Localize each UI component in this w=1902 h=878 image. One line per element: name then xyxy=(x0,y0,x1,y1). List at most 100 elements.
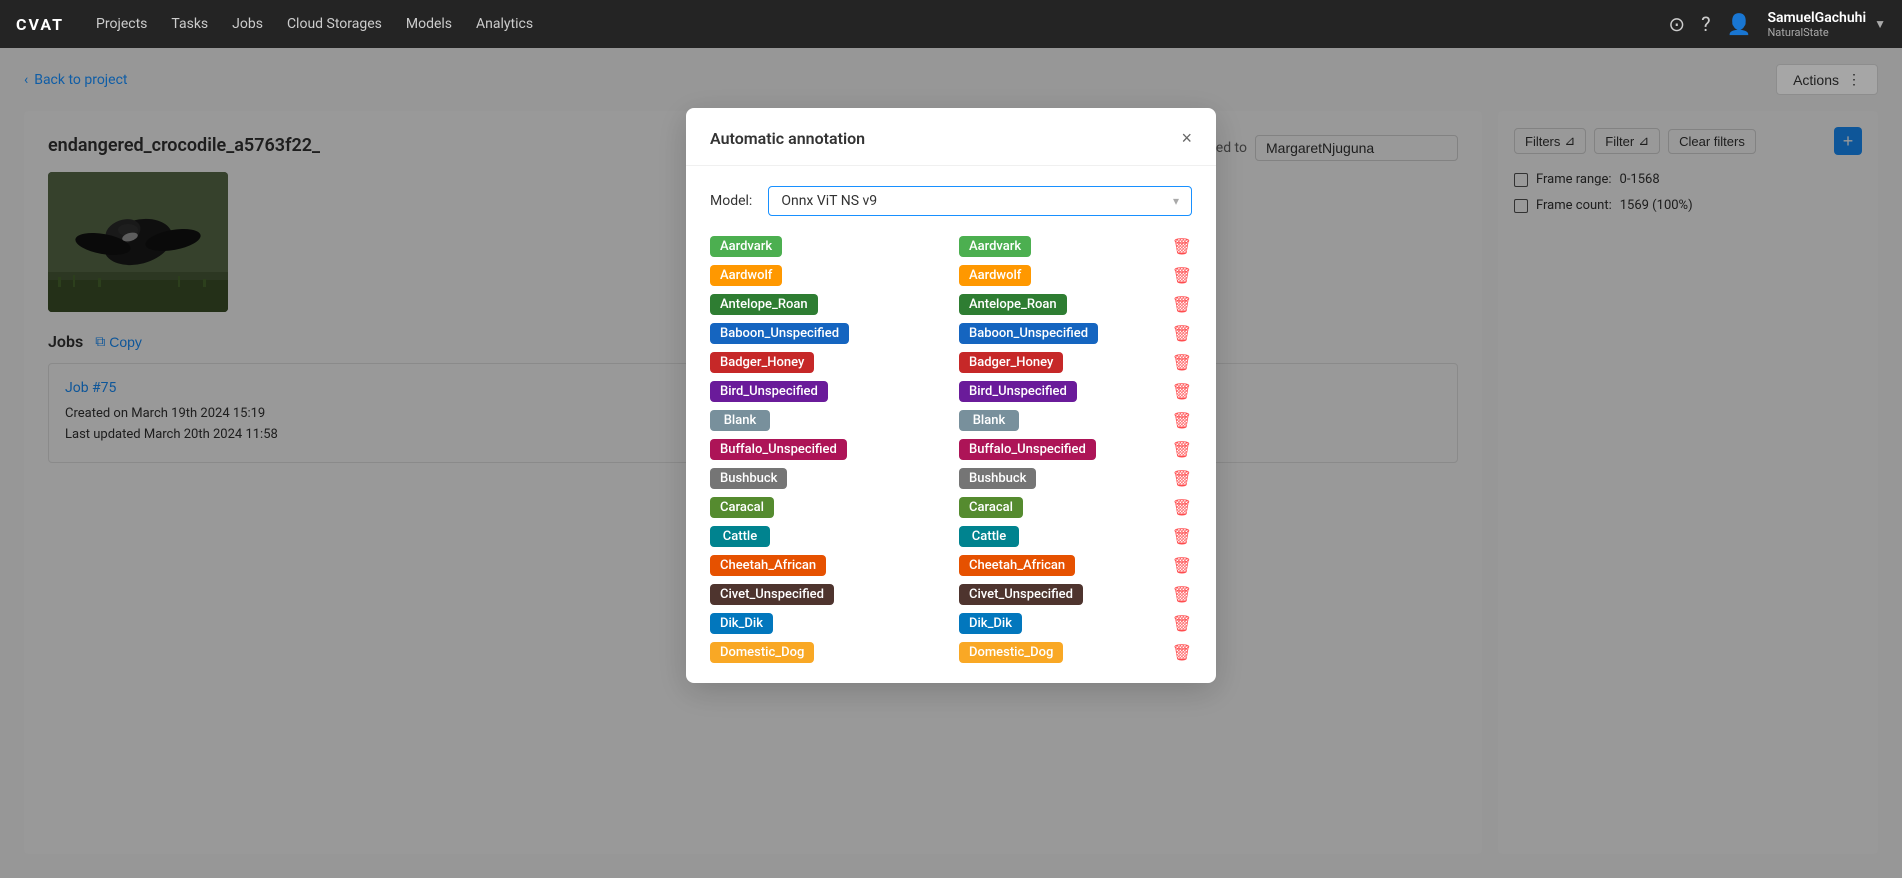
right-label-badge: Caracal xyxy=(959,497,1023,518)
left-label-row: Bird_Unspecified xyxy=(710,381,943,402)
delete-label-icon[interactable]: 🗑 xyxy=(1172,469,1192,488)
top-navigation: CVAT Projects Tasks Jobs Cloud Storages … xyxy=(0,0,1902,48)
right-label-row: Badger_Honey 🗑 xyxy=(959,352,1192,373)
left-label-badge: Blank xyxy=(710,410,770,431)
user-icon: 👤 xyxy=(1727,12,1752,36)
right-label-row: Dik_Dik 🗑 xyxy=(959,613,1192,634)
left-label-row: Buffalo_Unspecified xyxy=(710,439,943,460)
delete-label-icon[interactable]: 🗑 xyxy=(1172,353,1192,372)
modal-title: Automatic annotation xyxy=(710,129,865,148)
delete-label-icon[interactable]: 🗑 xyxy=(1172,643,1192,662)
delete-label-icon[interactable]: 🗑 xyxy=(1172,556,1192,575)
left-label-row: Civet_Unspecified xyxy=(710,584,943,605)
left-label-row: Blank xyxy=(710,410,943,431)
delete-label-icon[interactable]: 🗑 xyxy=(1172,295,1192,314)
right-label-row: Buffalo_Unspecified 🗑 xyxy=(959,439,1192,460)
delete-label-icon[interactable]: 🗑 xyxy=(1172,527,1192,546)
left-label-badge: Cheetah_African xyxy=(710,555,826,576)
right-label-badge: Domestic_Dog xyxy=(959,642,1063,663)
delete-label-icon[interactable]: 🗑 xyxy=(1172,411,1192,430)
left-label-badge: Baboon_Unspecified xyxy=(710,323,849,344)
model-label: Model: xyxy=(710,193,752,209)
right-label-badge: Antelope_Roan xyxy=(959,294,1067,315)
left-label-row: Dik_Dik xyxy=(710,613,943,634)
left-label-row: Domestic_Dog xyxy=(710,642,943,663)
left-label-row: Badger_Honey xyxy=(710,352,943,373)
nav-analytics[interactable]: Analytics xyxy=(476,16,533,32)
delete-label-icon[interactable]: 🗑 xyxy=(1172,614,1192,633)
model-select-arrow-icon: ▾ xyxy=(1173,194,1179,208)
right-label-row: Antelope_Roan 🗑 xyxy=(959,294,1192,315)
left-label-badge: Aardvark xyxy=(710,236,782,257)
modal-overlay: Automatic annotation × Model: Onnx ViT N… xyxy=(0,48,1902,878)
model-select-dropdown[interactable]: Onnx ViT NS v9 ▾ xyxy=(768,186,1192,216)
left-label-row: Caracal xyxy=(710,497,943,518)
right-label-badge: Blank xyxy=(959,410,1019,431)
right-label-badge: Badger_Honey xyxy=(959,352,1063,373)
delete-label-icon[interactable]: 🗑 xyxy=(1172,266,1192,285)
left-label-row: Bushbuck xyxy=(710,468,943,489)
right-labels-column: Aardvark🗑Aardwolf🗑Antelope_Roan🗑Baboon_U… xyxy=(959,236,1192,663)
right-label-badge: Civet_Unspecified xyxy=(959,584,1083,605)
right-label-badge: Cattle xyxy=(959,526,1019,547)
right-label-badge: Bushbuck xyxy=(959,468,1036,489)
topnav-right: ⊙ ? 👤 SamuelGachuhi NaturalState ▼ xyxy=(1668,10,1886,39)
right-label-row: Cattle 🗑 xyxy=(959,526,1192,547)
left-label-badge: Buffalo_Unspecified xyxy=(710,439,847,460)
delete-label-icon[interactable]: 🗑 xyxy=(1172,498,1192,517)
delete-label-icon[interactable]: 🗑 xyxy=(1172,237,1192,256)
left-label-badge: Bushbuck xyxy=(710,468,787,489)
left-label-badge: Aardwolf xyxy=(710,265,782,286)
left-label-badge: Dik_Dik xyxy=(710,613,773,634)
delete-label-icon[interactable]: 🗑 xyxy=(1172,440,1192,459)
left-label-row: Antelope_Roan xyxy=(710,294,943,315)
nav-cloud-storages[interactable]: Cloud Storages xyxy=(287,16,382,32)
right-label-badge: Bird_Unspecified xyxy=(959,381,1077,402)
model-value: Onnx ViT NS v9 xyxy=(781,193,877,209)
right-label-row: Cheetah_African 🗑 xyxy=(959,555,1192,576)
nav-tasks[interactable]: Tasks xyxy=(171,16,208,32)
right-label-row: Caracal 🗑 xyxy=(959,497,1192,518)
modal-body: Model: Onnx ViT NS v9 ▾ Aardvark Aardwolf… xyxy=(686,166,1216,683)
nav-jobs[interactable]: Jobs xyxy=(232,16,263,32)
left-label-badge: Bird_Unspecified xyxy=(710,381,828,402)
user-info: SamuelGachuhi NaturalState xyxy=(1767,10,1866,39)
modal-close-button[interactable]: × xyxy=(1181,128,1192,149)
right-label-row: Bird_Unspecified 🗑 xyxy=(959,381,1192,402)
left-label-row: Cheetah_African xyxy=(710,555,943,576)
right-label-badge: Cheetah_African xyxy=(959,555,1075,576)
right-label-badge: Aardwolf xyxy=(959,265,1031,286)
delete-label-icon[interactable]: 🗑 xyxy=(1172,324,1192,343)
left-label-badge: Domestic_Dog xyxy=(710,642,814,663)
help-icon[interactable]: ? xyxy=(1701,12,1710,36)
nav-models[interactable]: Models xyxy=(406,16,452,32)
right-label-badge: Dik_Dik xyxy=(959,613,1022,634)
right-label-badge: Buffalo_Unspecified xyxy=(959,439,1096,460)
left-label-row: Baboon_Unspecified xyxy=(710,323,943,344)
left-label-badge: Badger_Honey xyxy=(710,352,814,373)
right-label-row: Aardwolf 🗑 xyxy=(959,265,1192,286)
left-label-badge: Antelope_Roan xyxy=(710,294,818,315)
nav-projects[interactable]: Projects xyxy=(96,16,147,32)
left-label-row: Cattle xyxy=(710,526,943,547)
user-menu[interactable]: SamuelGachuhi NaturalState ▼ xyxy=(1767,10,1886,39)
right-label-row: Baboon_Unspecified 🗑 xyxy=(959,323,1192,344)
modal-header: Automatic annotation × xyxy=(686,108,1216,166)
left-label-row: Aardwolf xyxy=(710,265,943,286)
model-selector-row: Model: Onnx ViT NS v9 ▾ xyxy=(710,186,1192,216)
right-label-row: Bushbuck 🗑 xyxy=(959,468,1192,489)
left-label-badge: Cattle xyxy=(710,526,770,547)
app-logo: CVAT xyxy=(16,15,64,34)
delete-label-icon[interactable]: 🗑 xyxy=(1172,382,1192,401)
user-org: NaturalState xyxy=(1767,26,1866,39)
right-label-row: Civet_Unspecified 🗑 xyxy=(959,584,1192,605)
right-label-badge: Aardvark xyxy=(959,236,1031,257)
left-label-badge: Caracal xyxy=(710,497,774,518)
delete-label-icon[interactable]: 🗑 xyxy=(1172,585,1192,604)
github-icon[interactable]: ⊙ xyxy=(1668,12,1685,36)
left-label-row: Aardvark xyxy=(710,236,943,257)
left-label-badge: Civet_Unspecified xyxy=(710,584,834,605)
right-label-row: Domestic_Dog 🗑 xyxy=(959,642,1192,663)
right-label-row: Aardvark 🗑 xyxy=(959,236,1192,257)
right-label-badge: Baboon_Unspecified xyxy=(959,323,1098,344)
